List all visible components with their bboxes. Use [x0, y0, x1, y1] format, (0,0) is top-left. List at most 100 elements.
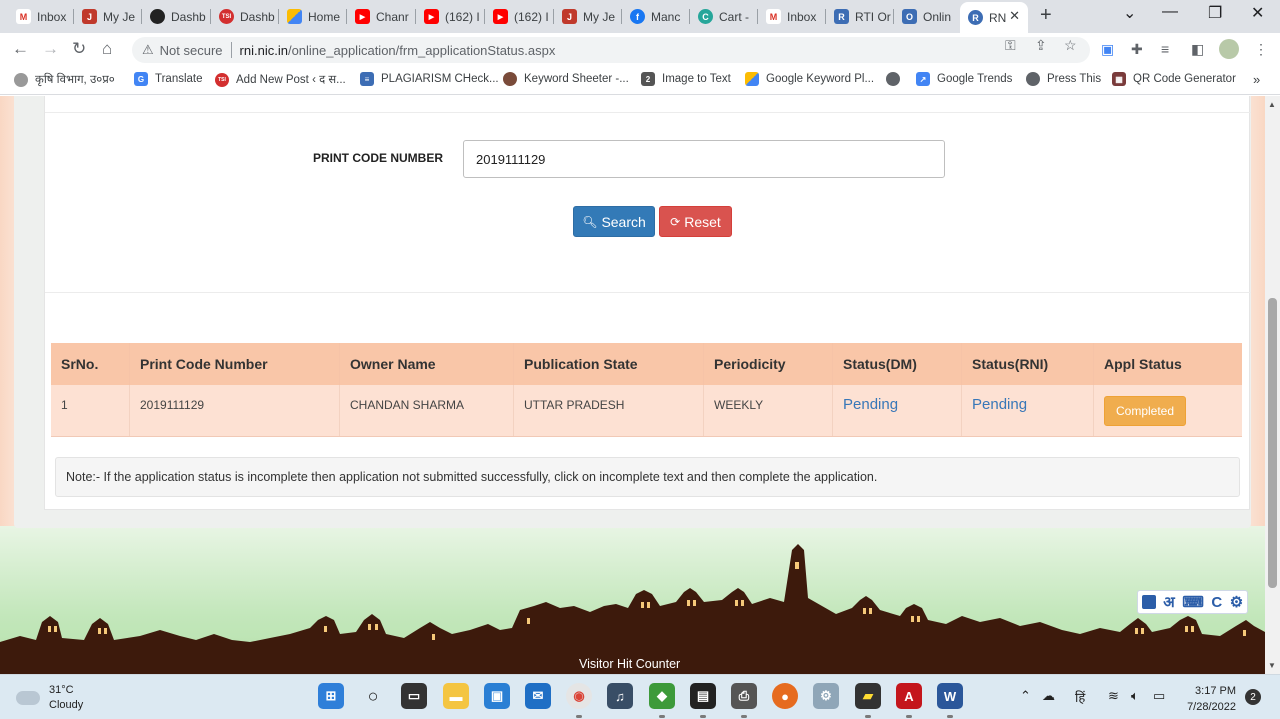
tab-youtube-channel[interactable]: ▶ Chanr — [347, 4, 416, 29]
status-rni-link[interactable]: Pending — [962, 385, 1094, 436]
scroll-up-icon[interactable]: ▲ — [1268, 100, 1276, 109]
address-toolbar: ← → ↻ ⌂ ⚠ Not secure rni.nic.in/online_a… — [0, 33, 1280, 66]
bookmark-keyword-sheeter[interactable]: Keyword Sheeter -... — [503, 72, 629, 86]
tab-my-jeetho[interactable]: J My Je — [74, 4, 142, 29]
printer-icon[interactable]: ⎙ — [731, 683, 757, 709]
bookmark-agri[interactable]: कृषि विभाग, उ०प्र० — [14, 72, 115, 87]
back-icon[interactable]: ← — [12, 39, 29, 59]
tray-overflow-icon[interactable]: ⌃ — [1020, 688, 1031, 704]
file-explorer-icon[interactable]: ▬ — [443, 683, 469, 709]
windows-square-icon — [1141, 595, 1156, 609]
side-panel-icon[interactable]: ◧ — [1191, 41, 1204, 58]
table-row: 1 2019111129 CHANDAN SHARMA UTTAR PRADES… — [51, 385, 1242, 437]
reset-button[interactable]: ⟳ Reset — [659, 206, 732, 237]
settings-app-icon[interactable]: ⚙ — [813, 683, 839, 709]
word-icon[interactable]: W — [937, 683, 963, 709]
forward-icon[interactable]: → — [42, 39, 59, 59]
extensions-icon[interactable]: ✚ — [1131, 41, 1143, 58]
keyboard-icon[interactable]: ⌨ — [1182, 593, 1204, 611]
reload-icon[interactable]: ↻ — [72, 39, 86, 59]
bookmark-qr-code[interactable]: ▦ QR Code Generator — [1112, 72, 1236, 86]
print-code-input[interactable] — [463, 140, 945, 178]
restore-icon[interactable]: ❐ — [1208, 3, 1222, 23]
settings-gear-icon[interactable]: ⚙ — [1230, 593, 1243, 611]
c-toggle[interactable]: C — [1211, 594, 1222, 611]
tab-gmail-inbox-2[interactable]: M Inbox — [758, 4, 826, 29]
reading-list-icon[interactable]: ≡ — [1161, 41, 1169, 57]
firefox-icon[interactable]: ● — [772, 683, 798, 709]
omnibox[interactable]: ⚠ Not secure rni.nic.in/online_applicati… — [132, 37, 1090, 63]
image-text-icon: 2 — [641, 72, 655, 86]
battery-icon[interactable]: ▭ — [1153, 688, 1165, 704]
lang-toggle[interactable]: अ — [1163, 592, 1174, 612]
new-tab-icon[interactable]: + — [1040, 4, 1052, 27]
chevron-down-icon[interactable]: ⌄ — [1123, 3, 1136, 23]
tab-online[interactable]: O Onlin — [894, 4, 960, 29]
bookmark-translate[interactable]: G Translate — [134, 72, 203, 86]
home-icon[interactable]: ⌂ — [102, 39, 112, 59]
tab-youtube-162-a[interactable]: ▶ (162) I — [416, 4, 485, 29]
trends-icon: ↗ — [916, 72, 930, 86]
acrobat-icon[interactable]: A — [896, 683, 922, 709]
tab-youtube-162-b[interactable]: ▶ (162) I — [485, 4, 554, 29]
bookmark-star-icon[interactable]: ☆ — [1064, 37, 1077, 54]
security-status[interactable]: Not secure — [160, 43, 223, 58]
tab-label: (162) I — [514, 9, 549, 24]
tab-gmail-inbox[interactable]: M Inbox — [8, 4, 74, 29]
media-player-icon[interactable]: ♫ — [607, 683, 633, 709]
scroll-down-icon[interactable]: ▼ — [1268, 661, 1276, 670]
weather-widget[interactable]: 31°C Cloudy — [16, 683, 83, 713]
bookmark-google-trends[interactable]: ↗ Google Trends — [916, 72, 1012, 86]
bookmark-plagiarism[interactable]: ≡ PLAGIARISM CHeck... — [360, 72, 499, 86]
tab-dashboard-tsi[interactable]: TSI Dashb — [211, 4, 279, 29]
bookmark-globe[interactable] — [886, 72, 907, 86]
search-button[interactable]: 🔍︎ Search — [573, 206, 655, 237]
task-view-icon[interactable]: ▭ — [401, 683, 427, 709]
store-icon[interactable]: ▣ — [484, 683, 510, 709]
bookmark-press-this[interactable]: Press This — [1026, 72, 1101, 86]
tab-dashboard[interactable]: Dashb — [142, 4, 211, 29]
status-dm-link[interactable]: Pending — [833, 385, 962, 436]
completed-badge[interactable]: Completed — [1104, 396, 1187, 426]
youtube-icon: ▶ — [493, 9, 508, 24]
bookmark-image-to-text[interactable]: 2 Image to Text — [641, 72, 731, 86]
mail-icon[interactable]: ✉ — [525, 683, 551, 709]
press-icon — [1026, 72, 1040, 86]
sticky-notes-icon[interactable]: ▰ — [855, 683, 881, 709]
bluestacks-icon[interactable]: ◆ — [649, 683, 675, 709]
wifi-icon[interactable]: ≋ — [1108, 688, 1119, 704]
translate-extension-icon[interactable]: ▣ — [1101, 41, 1114, 58]
cart-icon: C — [698, 9, 713, 24]
tab-rni-active[interactable]: R RN ✕ — [960, 2, 1028, 33]
tab-rti-online[interactable]: R RTI Or — [826, 4, 894, 29]
tab-google-ads-home[interactable]: Home — [279, 4, 347, 29]
bookmark-add-new-post[interactable]: TSI Add New Post ‹ द स... — [215, 72, 346, 87]
search-icon[interactable]: ○ — [360, 683, 386, 709]
page-scrollbar[interactable]: ▲ ▼ — [1265, 96, 1280, 674]
close-tab-icon[interactable]: ✕ — [1009, 8, 1020, 24]
taskbar-clock[interactable]: 3:17 PM 7/28/2022 — [1183, 683, 1236, 715]
language-indicator[interactable]: हिं — [1075, 688, 1085, 706]
bookmark-google-keyword[interactable]: Google Keyword Pl... — [745, 72, 874, 86]
scrollbar-thumb[interactable] — [1268, 298, 1277, 588]
close-window-icon[interactable]: ✕ — [1251, 3, 1264, 23]
volume-icon[interactable]: 🔈︎ — [1131, 688, 1139, 704]
key-icon[interactable]: ⚿ — [1005, 37, 1016, 54]
tab-cart[interactable]: C Cart - — [690, 4, 758, 29]
rni-icon: R — [968, 10, 983, 25]
profile-avatar[interactable] — [1219, 39, 1239, 59]
tab-my-jeetho-2[interactable]: J My Je — [554, 4, 622, 29]
onedrive-cloud-icon[interactable]: ☁ — [1042, 688, 1055, 704]
photo-app-icon[interactable]: ▤ — [690, 683, 716, 709]
indic-keyboard-widget[interactable]: अ ⌨ C ⚙ — [1137, 590, 1248, 614]
chrome-icon[interactable]: ◉ — [566, 683, 592, 709]
tab-facebook[interactable]: f Manc — [622, 4, 690, 29]
windows-start-icon[interactable]: ⊞ — [318, 683, 344, 709]
notification-badge[interactable]: 2 — [1245, 689, 1261, 705]
menu-icon[interactable]: ⋮ — [1254, 41, 1268, 58]
google-ads-icon — [745, 72, 759, 86]
bookmarks-overflow-icon[interactable]: » — [1253, 72, 1260, 87]
share-icon[interactable]: ⇪ — [1035, 37, 1047, 54]
url-text[interactable]: rni.nic.in/online_application/frm_applic… — [240, 43, 556, 58]
minimize-icon[interactable]: — — [1162, 3, 1178, 21]
